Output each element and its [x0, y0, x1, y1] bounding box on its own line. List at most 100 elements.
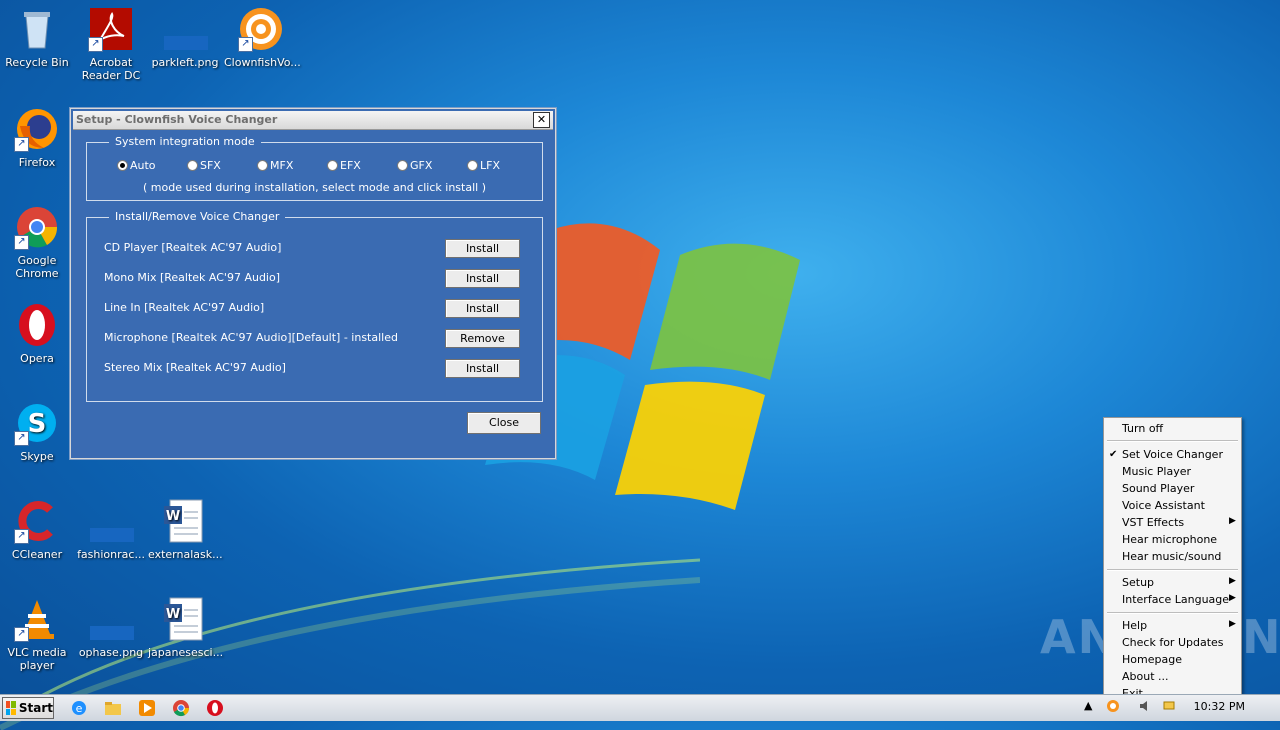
vlc-icon: ↗	[14, 596, 60, 642]
radio-icon	[187, 160, 198, 171]
menu-item-help[interactable]: Help ▶	[1122, 619, 1236, 632]
menu-item-homepage[interactable]: Homepage	[1122, 653, 1182, 666]
menu-item-check-for-updates[interactable]: Check for Updates	[1122, 636, 1224, 649]
desktop-icon-label: japanesesci...	[148, 646, 224, 659]
desktop-icon-label: Recycle Bin	[5, 56, 69, 69]
desktop-icon-firefox[interactable]: ↗ Firefox	[0, 106, 74, 169]
image-file-icon	[88, 498, 134, 544]
desktop-icon-ccleaner[interactable]: ↗ CCleaner	[0, 498, 74, 561]
desktop-icon-clownfish[interactable]: ↗ ClownfishVo...	[224, 6, 301, 69]
menu-separator	[1107, 612, 1238, 614]
system-tray: ▲ 10:32 PM	[1080, 695, 1280, 721]
ccleaner-icon: ↗	[14, 498, 60, 544]
acrobat-icon: ↗	[88, 6, 134, 52]
firefox-icon: ↗	[14, 106, 60, 152]
submenu-arrow-icon: ▶	[1229, 619, 1236, 629]
desktop-icon-label: VLC media player	[7, 646, 67, 672]
device-label: Mono Mix [Realtek AC'97 Audio]	[104, 271, 281, 284]
submenu-arrow-icon: ▶	[1229, 576, 1236, 586]
radio-icon	[467, 160, 478, 171]
svg-text:e: e	[76, 702, 83, 715]
desktop-icon-recycle-bin[interactable]: Recycle Bin	[0, 6, 74, 69]
device-row-cd-player: CD Player [Realtek AC'97 Audio] Install	[104, 238, 520, 258]
menu-item-hear-microphone[interactable]: Hear microphone	[1122, 533, 1217, 546]
device-label: Line In [Realtek AC'97 Audio]	[104, 301, 265, 314]
menu-item-voice-assistant[interactable]: Voice Assistant	[1122, 499, 1205, 512]
desktop-icon-label: Google Chrome	[15, 254, 59, 280]
mode-radio-mfx[interactable]: MFX	[257, 159, 327, 172]
svg-text:W: W	[166, 509, 180, 524]
chrome-icon[interactable]	[172, 699, 190, 717]
menu-item-hear-music-sound[interactable]: Hear music/sound	[1122, 550, 1221, 563]
volume-icon[interactable]	[1138, 699, 1152, 713]
internet-explorer-icon[interactable]: e	[70, 699, 88, 717]
opera-icon[interactable]	[206, 699, 224, 717]
mode-radio-gfx[interactable]: GFX	[397, 159, 467, 172]
start-button[interactable]: Start	[2, 697, 54, 719]
desktop-icon-opera[interactable]: Opera	[0, 302, 74, 365]
clownfish-icon: ↗	[238, 6, 284, 52]
svg-text:W: W	[166, 607, 180, 622]
desktop-icon-vlc[interactable]: ↗ VLC media player	[0, 596, 74, 672]
word-document-icon: W	[162, 596, 208, 642]
close-button[interactable]: Close	[467, 412, 541, 434]
taskbar: Start e ▲ 10:32 PM	[0, 694, 1280, 721]
shortcut-arrow-icon: ↗	[14, 431, 29, 446]
menu-item-sound-player[interactable]: Sound Player	[1122, 482, 1194, 495]
menu-item-set-voice-changer[interactable]: Set Voice Changer	[1122, 448, 1223, 461]
mode-radio-auto[interactable]: Auto	[117, 159, 187, 172]
device-row-line-in: Line In [Realtek AC'97 Audio] Install	[104, 298, 520, 318]
remove-button[interactable]: Remove	[445, 329, 520, 348]
desktop-icon-parkleft[interactable]: parkleft.png	[148, 6, 222, 69]
shortcut-arrow-icon: ↗	[14, 529, 29, 544]
install-button[interactable]: Install	[445, 299, 520, 318]
shortcut-arrow-icon: ↗	[14, 137, 29, 152]
device-label: Microphone [Realtek AC'97 Audio][Default…	[104, 331, 398, 344]
shortcut-arrow-icon: ↗	[88, 37, 103, 52]
menu-item-turn-off[interactable]: Turn off	[1122, 422, 1163, 435]
svg-text:S: S	[28, 409, 47, 439]
desktop-icon-japanesesci[interactable]: W japanesesci...	[148, 596, 224, 659]
device-label: Stereo Mix [Realtek AC'97 Audio]	[104, 361, 286, 374]
install-button[interactable]: Install	[445, 269, 520, 288]
mode-radio-lfx[interactable]: LFX	[467, 159, 537, 172]
install-remove-legend: Install/Remove Voice Changer	[109, 210, 286, 223]
shortcut-arrow-icon: ↗	[14, 627, 29, 642]
submenu-arrow-icon: ▶	[1229, 516, 1236, 526]
clownfish-tray-icon[interactable]	[1106, 699, 1120, 713]
menu-item-vst-effects[interactable]: VST Effects ▶	[1122, 516, 1236, 529]
desktop-icon-label: Acrobat Reader DC	[81, 56, 141, 82]
desktop-icon-skype[interactable]: S ↗ Skype	[0, 400, 74, 463]
taskbar-clock[interactable]: 10:32 PM	[1194, 700, 1245, 713]
network-icon[interactable]	[1162, 699, 1176, 713]
desktop-icon-externalask[interactable]: W externalask...	[148, 498, 223, 561]
dialog-close-icon[interactable]: ✕	[533, 112, 550, 128]
desktop-icon-label: CCleaner	[11, 548, 63, 561]
mode-radio-sfx[interactable]: SFX	[187, 159, 257, 172]
desktop-icon-ophase[interactable]: ophase.png	[74, 596, 148, 659]
desktop-icon-chrome[interactable]: ↗ Google Chrome	[0, 204, 74, 280]
file-explorer-icon[interactable]	[104, 699, 122, 717]
show-hidden-icons-icon[interactable]: ▲	[1084, 699, 1092, 712]
radio-selected-icon	[117, 160, 128, 171]
menu-item-music-player[interactable]: Music Player	[1122, 465, 1191, 478]
install-remove-group: Install/Remove Voice Changer CD Player […	[86, 210, 543, 402]
dialog-titlebar[interactable]: Setup - Clownfish Voice Changer ✕	[73, 111, 553, 130]
shortcut-arrow-icon: ↗	[238, 37, 253, 52]
menu-separator	[1107, 569, 1238, 571]
menu-item-interface-language[interactable]: Interface Language ▶	[1122, 593, 1236, 606]
menu-item-about[interactable]: About ...	[1122, 670, 1169, 683]
desktop-icon-acrobat[interactable]: ↗ Acrobat Reader DC	[74, 6, 148, 82]
desktop-icon-label: parkleft.png	[151, 56, 219, 69]
install-button[interactable]: Install	[445, 239, 520, 258]
media-player-icon[interactable]	[138, 699, 156, 717]
desktop-icon-label: ophase.png	[78, 646, 144, 659]
device-row-mono-mix: Mono Mix [Realtek AC'97 Audio] Install	[104, 268, 520, 288]
radio-icon	[397, 160, 408, 171]
start-label: Start	[18, 701, 53, 715]
skype-icon: S ↗	[14, 400, 60, 446]
desktop-icon-fashionrac[interactable]: fashionrac...	[74, 498, 148, 561]
install-button[interactable]: Install	[445, 359, 520, 378]
menu-item-setup[interactable]: Setup ▶	[1122, 576, 1236, 589]
mode-radio-efx[interactable]: EFX	[327, 159, 397, 172]
